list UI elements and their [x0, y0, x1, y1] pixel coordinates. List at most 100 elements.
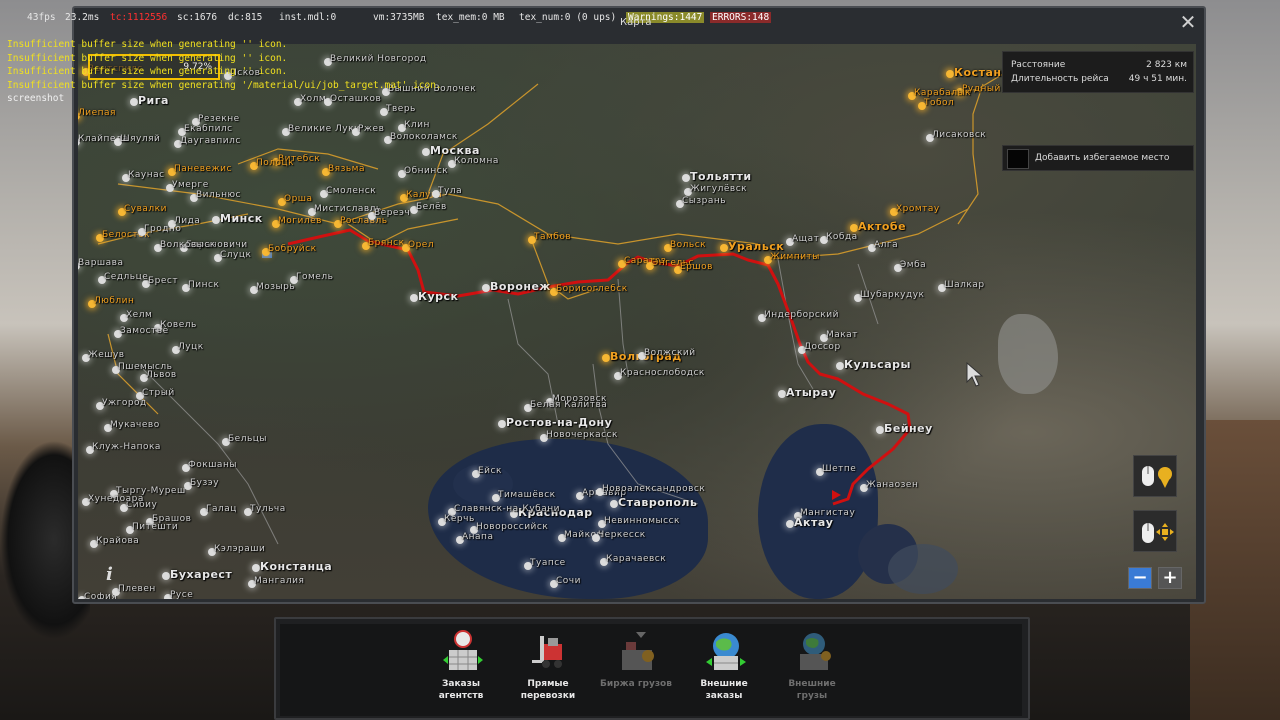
city-label: Клуж-Напока	[92, 442, 161, 452]
city-label: Шалкар	[944, 280, 985, 290]
city-label: Плевен	[118, 584, 156, 594]
city-label: Могилёв	[278, 216, 322, 226]
city-label: Жигулёвск	[690, 184, 748, 194]
log-line: Insufficient buffer size when generating…	[7, 79, 442, 91]
city-label: Коломна	[454, 156, 499, 166]
city-label: Гомель	[296, 272, 334, 282]
city-label: Жешув	[88, 350, 125, 360]
city-marker	[720, 244, 728, 252]
city-label: Тольятти	[690, 170, 752, 183]
city-marker	[602, 354, 610, 362]
log-line: Insufficient buffer size when generating…	[7, 52, 288, 64]
city-label: Шяуляй	[120, 134, 161, 144]
city-label: Новоалександровск	[602, 484, 706, 494]
city-label: Ростов-на-Дону	[506, 416, 613, 429]
city-label: Хромтау	[896, 204, 940, 214]
city-label: Курск	[418, 290, 459, 303]
city-label: Замостье	[120, 326, 169, 336]
avoid-label: Добавить избегаемое место	[1035, 153, 1170, 163]
city-label: Лисаковск	[932, 130, 987, 140]
add-avoid-place-button[interactable]: Добавить избегаемое место	[1002, 145, 1194, 171]
city-label: Карабалык	[914, 88, 971, 98]
route-end-flag-icon	[832, 490, 841, 500]
city-marker	[876, 426, 884, 434]
menu-external-cargo[interactable]: Внешние грузы	[772, 628, 852, 708]
city-label: Паневежис	[174, 164, 232, 174]
route-info-panel: Расстояние 2 823 км Длительность рейса 4…	[1002, 51, 1194, 93]
menu-direct-transport[interactable]: Прямые перевозки	[508, 628, 588, 708]
city-label: Бельцы	[228, 434, 267, 444]
city-label: Невинномысск	[604, 516, 680, 526]
city-label: Смоленск	[326, 186, 377, 196]
city-label: Вереэч	[374, 208, 411, 218]
zoom-out-button[interactable]: −	[1128, 567, 1152, 589]
city-label: Кэлэраши	[214, 544, 266, 554]
city-marker	[498, 420, 506, 428]
city-label: Минск	[220, 212, 263, 225]
forklift-icon	[532, 636, 562, 668]
menu-direct-transport-label: Прямые перевозки	[520, 679, 576, 701]
city-label: Волоколамск	[390, 132, 458, 142]
debug-inst: inst.mdl:0	[279, 12, 337, 23]
city-marker	[836, 362, 844, 370]
city-label: Каунас	[128, 170, 165, 180]
city-label: Седльце	[104, 272, 149, 282]
city-marker	[610, 500, 618, 508]
city-label: Варшава	[78, 258, 124, 268]
info-icon[interactable]: i	[106, 564, 113, 585]
log-line: Insufficient buffer size when generating…	[7, 39, 288, 50]
city-label: Доссор	[804, 342, 841, 352]
city-label: Керчь	[444, 514, 475, 524]
city-label: Полоцк	[256, 158, 295, 168]
city-label: Ужгород	[102, 398, 147, 408]
menu-agency-jobs[interactable]: Заказы агентств	[421, 628, 501, 708]
city-label: Туапсе	[530, 558, 566, 568]
city-label: Екабпилс	[184, 124, 233, 134]
menu-external-cargo-label: Внешние грузы	[788, 679, 836, 701]
city-label: Хунедоара	[88, 494, 144, 504]
debug-tc: tc:1112556	[110, 12, 168, 23]
avoid-checkbox[interactable]	[1007, 149, 1029, 169]
duration-row: Длительность рейса 49 ч 51 мин.	[1011, 74, 1187, 86]
city-label: Клин	[404, 120, 430, 130]
debug-errors: ERRORS:148	[710, 12, 772, 23]
zoom-in-button[interactable]: +	[1158, 567, 1182, 589]
menu-agency-jobs-label: Заказы агентств	[438, 679, 484, 701]
city-label: Пшемысль	[118, 362, 173, 372]
city-label: Ставрополь	[618, 496, 698, 509]
city-label: Воронеж	[490, 280, 551, 293]
city-label: Вильнюс	[196, 190, 241, 200]
city-label: Черкесск	[598, 530, 646, 540]
mouse-pan-button[interactable]	[1133, 510, 1177, 552]
debug-tex-mem: tex_mem:0 MB	[436, 12, 505, 23]
city-marker	[778, 390, 786, 398]
menu-external-jobs[interactable]: Внешние заказы	[684, 628, 764, 708]
city-label: Резекне	[198, 114, 240, 124]
debug-ms: 23.2ms	[65, 12, 100, 23]
debug-log: Insufficient buffer size when generating…	[7, 38, 442, 106]
city-label: Брест	[148, 276, 179, 286]
debug-tex-num: tex_num:0 (0 ups)	[519, 12, 617, 23]
menu-external-jobs-label: Внешние заказы	[700, 679, 748, 701]
city-label: Фокшаны	[188, 460, 237, 470]
city-label: Актобе	[858, 220, 907, 233]
city-label: Анапа	[462, 532, 494, 542]
city-label: Жанаозен	[866, 480, 919, 490]
city-marker	[212, 216, 220, 224]
city-label: Сочи	[556, 576, 581, 586]
city-label: Обнинск	[404, 166, 449, 176]
city-label: Тимашёвск	[498, 490, 556, 500]
city-label: Слуцк	[220, 250, 252, 260]
city-label: Новочеркасск	[546, 430, 618, 440]
city-label: Атырау	[786, 386, 837, 399]
city-label: Бухарест	[170, 568, 233, 581]
city-marker	[482, 284, 490, 292]
menu-freight-market[interactable]: Биржа грузов	[596, 628, 676, 708]
close-button[interactable]: ✕	[1178, 12, 1198, 32]
mouse-pin-button[interactable]	[1133, 455, 1177, 497]
city-label: Великие Луки	[288, 124, 361, 134]
city-label: Волковыск	[160, 240, 216, 250]
log-screenshot: screenshot	[7, 93, 65, 104]
world-map[interactable]: Великий Новгород Псков Рига Резекне Тверь Дау…	[78, 44, 1196, 599]
city-label: Бейнеу	[884, 422, 933, 435]
